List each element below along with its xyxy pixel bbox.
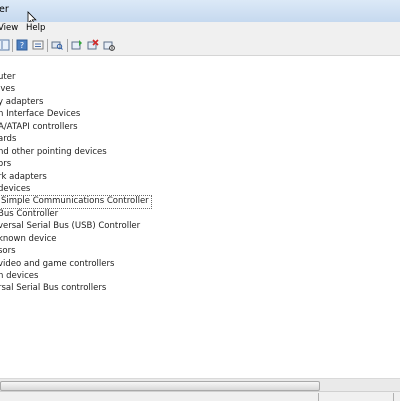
toolbar: ? <box>0 36 400 56</box>
tree-item-sound-video-game-controllers[interactable]: video and game controllers <box>0 258 114 270</box>
tree-item-processors[interactable]: sors <box>0 245 16 257</box>
tree-item-other-devices[interactable]: devices <box>0 183 30 195</box>
title-bar[interactable]: er <box>0 0 400 25</box>
tree-item-unknown-device[interactable]: known device <box>0 233 56 245</box>
tree-item-display-adapters[interactable]: y adapters <box>0 96 43 108</box>
help-icon[interactable]: ? <box>15 38 29 52</box>
tree-item-pci-simple-communications-controller[interactable]: Simple Communications Controller <box>0 195 152 209</box>
properties-icon[interactable] <box>31 38 45 52</box>
tree-item-network-adapters[interactable]: rk adapters <box>0 171 47 183</box>
menu-help[interactable]: Help <box>26 23 45 33</box>
tree-item-computer[interactable]: uter <box>0 71 15 83</box>
tree-item-bus-controller[interactable]: Bus Controller <box>0 208 58 220</box>
tree-item-system-devices[interactable]: n devices <box>0 270 38 282</box>
disable-device-icon[interactable] <box>102 38 116 52</box>
horizontal-scrollbar[interactable] <box>0 378 400 391</box>
update-driver-icon[interactable] <box>70 38 84 52</box>
tree-item-ide-ata-atapi-controllers[interactable]: A/ATAPI controllers <box>0 121 78 133</box>
toolbar-separator <box>47 39 48 52</box>
toolbar-separator <box>12 39 13 52</box>
scan-hardware-icon[interactable] <box>50 38 64 52</box>
svg-text:?: ? <box>20 41 24 50</box>
menu-view[interactable]: View <box>0 23 18 33</box>
tree-item-human-interface-devices[interactable]: n Interface Devices <box>0 108 80 120</box>
tree-item-keyboards[interactable]: ards <box>0 133 16 145</box>
tree-item-usb-bus-controllers[interactable]: rsal Serial Bus controllers <box>0 282 106 294</box>
tree-item-monitors[interactable]: ors <box>0 158 11 170</box>
tree-item-usb-controller[interactable]: versal Serial Bus (USB) Controller <box>0 220 140 232</box>
scrollbar-thumb[interactable] <box>0 381 320 391</box>
window-title: er <box>0 4 9 15</box>
uninstall-icon[interactable] <box>86 38 100 52</box>
device-tree: uter ives y adapters n Interface Devices… <box>0 56 400 378</box>
menu-bar: View Help <box>0 22 400 36</box>
tree-item-mice-pointing-devices[interactable]: nd other pointing devices <box>0 146 107 158</box>
tree-view-icon[interactable] <box>0 38 11 52</box>
tree-item-disk-drives[interactable]: ives <box>0 83 15 95</box>
toolbar-separator <box>67 39 68 52</box>
